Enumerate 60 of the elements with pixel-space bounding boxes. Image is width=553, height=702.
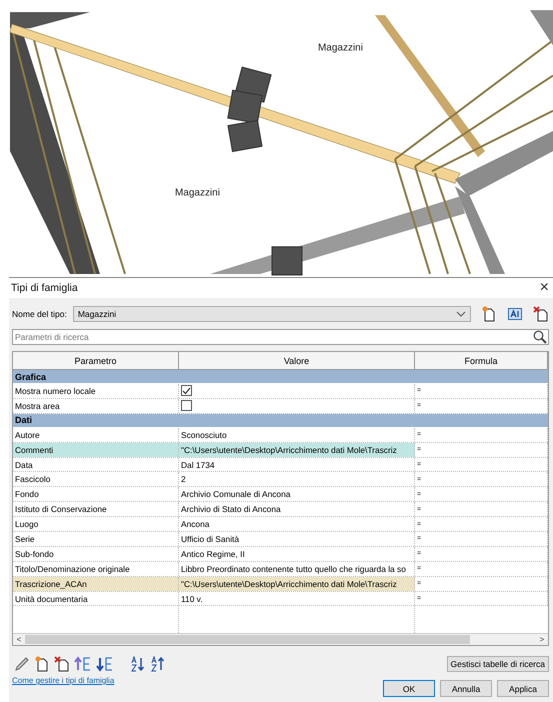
column-header[interactable]: Formula (415, 352, 548, 369)
dialog-button[interactable]: Applica (497, 680, 549, 697)
parameter-cell: Trascrizione_ACAn (13, 576, 179, 591)
delete-document-icon[interactable] (54, 656, 70, 672)
checkbox[interactable] (181, 400, 192, 412)
new-document-icon[interactable] (34, 656, 50, 672)
value-cell[interactable]: Antico Regime, II (179, 546, 415, 561)
parameter-cell: Commenti (13, 442, 179, 457)
search-field[interactable]: Parametri di ricerca (12, 329, 549, 345)
value-cell[interactable]: "C:\Users\utente\Desktop\Arricchimento dati Mole\Trascriz (179, 576, 415, 591)
close-button[interactable]: × (536, 280, 553, 296)
dialog-button[interactable]: OK (383, 680, 435, 697)
move-down-icon[interactable] (96, 656, 114, 672)
search-icon (533, 330, 547, 344)
value-cell[interactable]: Libbro Preordinato contenente tutto quello che riguarda la so (179, 562, 415, 576)
sort-descending-icon[interactable] (150, 656, 166, 672)
parameter-cell: Fascicolo (13, 472, 179, 486)
checkbox[interactable] (181, 385, 192, 396)
new-document-icon[interactable] (481, 306, 497, 322)
type-name-label: Nome del tipo: (12, 309, 67, 319)
parameter-cell: Sub-fondo (13, 546, 179, 561)
pencil-icon[interactable] (14, 656, 30, 672)
window-title: Tipi di famiglia (11, 282, 78, 294)
scroll-left-button[interactable]: < (13, 635, 25, 644)
chevron-down-icon (456, 311, 466, 317)
parameter-cell: Mostra area (13, 398, 179, 413)
value-cell[interactable]: "C:\Users\utente\Desktop\Arricchimento dati Mole\Trascriz (179, 442, 415, 457)
group-header[interactable]: Grafica (13, 370, 548, 384)
help-link[interactable]: Come gestire i tipi di famiglia (12, 676, 114, 685)
column-header[interactable]: Parametro (13, 352, 179, 369)
move-up-icon[interactable] (74, 656, 92, 672)
delete-document-icon[interactable] (533, 306, 549, 322)
value-cell[interactable]: Ufficio di Sanità (179, 532, 415, 546)
column-header[interactable]: Valore (179, 352, 415, 369)
rename-icon[interactable] (507, 306, 523, 322)
value-cell[interactable]: 2 (179, 472, 415, 486)
parameter-cell: Autore (13, 428, 179, 442)
sort-ascending-icon[interactable] (130, 656, 146, 672)
value-cell[interactable]: Archivio di Stato di Ancona (179, 502, 415, 516)
scroll-right-button[interactable]: > (536, 635, 548, 644)
value-cell[interactable]: 110 v. (179, 592, 415, 606)
parameter-cell: Serie (13, 532, 179, 546)
value-cell[interactable]: Sconosciuto (179, 428, 415, 442)
type-name-dropdown[interactable]: Magazzini (72, 306, 471, 322)
value-cell[interactable]: Archivio Comunale di Ancona (179, 487, 415, 502)
parameter-cell: Unità documentaria (13, 592, 179, 606)
group-header[interactable]: Dati (13, 414, 548, 428)
parameter-cell: Istituto di Conservazione (13, 502, 179, 516)
value-cell[interactable]: Dal 1734 (179, 458, 415, 472)
parameter-cell: Mostra numero locale (13, 384, 179, 398)
value-cell[interactable]: Ancona (179, 517, 415, 532)
parameter-cell: Fondo (13, 487, 179, 502)
parameter-cell: Data (13, 458, 179, 472)
parameter-cell: Luogo (13, 517, 179, 532)
parameter-cell: Titolo/Denominazione originale (13, 562, 179, 576)
room-label: Magazzini (175, 187, 220, 198)
room-label: Magazzini (318, 42, 363, 54)
dialog-button[interactable]: Annulla (440, 680, 492, 697)
scrollbar-thumb[interactable] (25, 635, 470, 644)
manage-lookup-tables-button[interactable]: Gestisci tabelle di ricerca (446, 656, 549, 672)
